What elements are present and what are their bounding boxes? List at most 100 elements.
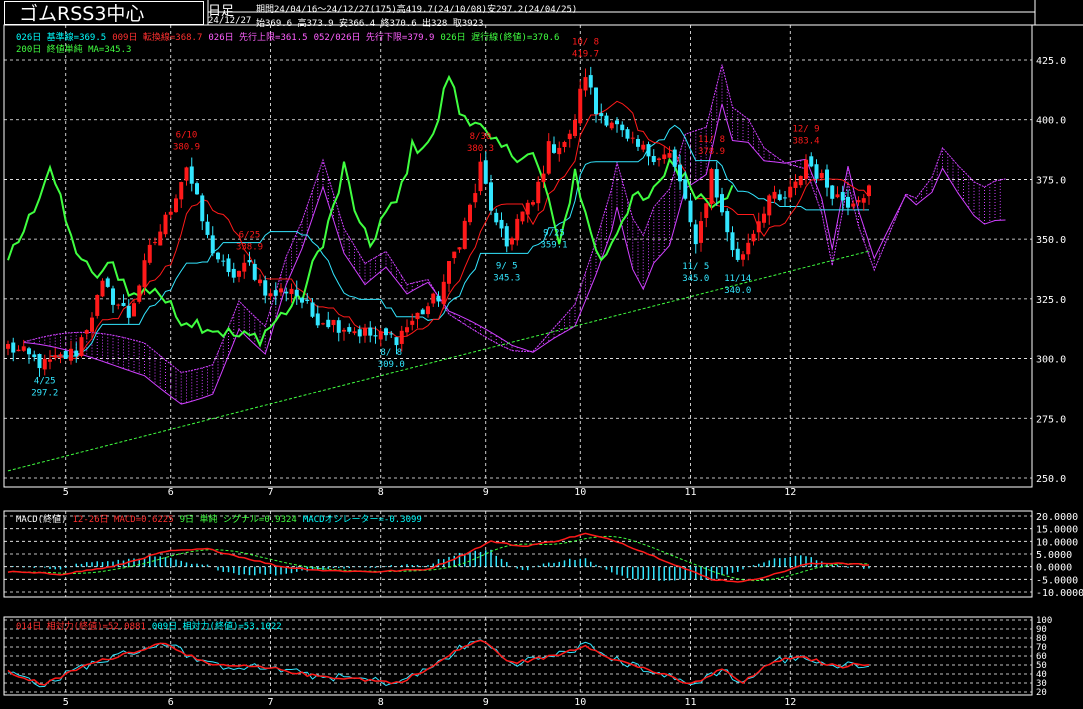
month-label: 10: [574, 487, 586, 498]
candle-body: [420, 309, 425, 315]
candle-body: [16, 349, 21, 352]
candle-body: [410, 320, 415, 325]
candle-body: [69, 348, 73, 361]
candle-body: [95, 295, 100, 316]
candle-body: [683, 179, 688, 199]
candle-body: [499, 219, 504, 229]
legend-entry: 026日 先行上限=361.5: [208, 33, 308, 43]
macd-line: [7, 532, 870, 583]
month-label: 12: [784, 487, 796, 498]
candle-body: [63, 350, 68, 359]
candle-body: [399, 330, 404, 344]
candle-body: [447, 261, 451, 284]
candle-body: [604, 115, 609, 126]
candle-body: [840, 191, 845, 201]
tenkan-line: [49, 100, 870, 359]
low-annotation-value: 359.1: [540, 240, 567, 250]
candle-body: [111, 288, 115, 305]
legend-entry: 9日 単純 シグナル=0.9324: [179, 515, 297, 525]
candle-body: [258, 279, 262, 284]
candle-body: [657, 158, 661, 161]
month-label: 12: [784, 697, 796, 708]
candle-body: [552, 144, 556, 153]
low-annotation-date: 4/25: [34, 376, 56, 386]
candle-body: [851, 203, 856, 207]
macd-panel: 20.0000 15.000010.0000 5.0000 0.0000-5.0000…: [4, 512, 1083, 599]
candle-body: [42, 358, 47, 370]
candle-body: [237, 270, 241, 277]
candle-body: [825, 169, 829, 188]
low-annotation-value: 345.0: [682, 274, 709, 284]
candle-body: [373, 335, 378, 337]
candle-body: [688, 200, 693, 223]
high-annotation-value: 380.9: [173, 142, 200, 152]
candle-body: [216, 252, 220, 260]
macd-y-tick-label: 0.0000: [1036, 563, 1072, 574]
candle-body: [273, 290, 278, 296]
candle-body: [132, 303, 136, 317]
candle-body: [483, 160, 488, 184]
y-tick-label: 325.0: [1036, 295, 1066, 306]
low-annotation-value: 309.0: [378, 360, 405, 370]
candle-body: [730, 232, 735, 251]
month-label: 8: [378, 487, 384, 498]
candle-body: [221, 260, 226, 262]
candle-body: [783, 197, 787, 199]
candle-body: [90, 317, 94, 332]
candle-body: [583, 77, 588, 91]
y-tick-label: 375.0: [1036, 175, 1066, 186]
candle-body: [58, 354, 63, 357]
candle-body: [615, 120, 619, 125]
candle-body: [861, 198, 866, 203]
month-label: 6: [168, 697, 174, 708]
candle-body: [226, 258, 231, 273]
legend-entry: 026日 遅行線(終値)=370.6: [440, 33, 560, 43]
candle-body: [725, 211, 730, 233]
macd-y-tick-label: 10.0000: [1036, 537, 1078, 548]
candle-body: [830, 185, 835, 199]
candle-body: [520, 211, 525, 222]
candle-body: [672, 149, 677, 167]
candle-body: [452, 251, 457, 259]
month-label: 9: [483, 697, 489, 708]
low-annotation-date: 9/25: [543, 228, 565, 238]
legend-entry: 12-26日 MACD=0.6225: [72, 515, 174, 525]
low-annotation-value: 297.2: [31, 388, 58, 398]
month-label: 11: [684, 697, 696, 708]
legend-entry: MACD(終値): [16, 515, 67, 525]
candle-body: [378, 331, 383, 340]
candle-body: [620, 124, 625, 131]
y-tick-label: 250.0: [1036, 474, 1066, 485]
candle-body: [804, 159, 808, 179]
candle-body: [704, 203, 709, 218]
candle-body: [636, 138, 640, 147]
low-annotation-date: 11/14: [724, 274, 751, 284]
candle-body: [531, 202, 535, 205]
kijun-line: [50, 124, 869, 357]
candle-body: [709, 168, 714, 204]
candle-body: [426, 306, 430, 315]
candle-body: [242, 262, 247, 272]
month-label: 7: [267, 487, 273, 498]
candle-body: [515, 218, 520, 241]
candle-body: [798, 175, 803, 186]
candle-body: [751, 233, 756, 242]
candle-body: [651, 156, 656, 163]
high-annotation-value: 380.3: [467, 144, 494, 154]
legend-entry: 200日 終値単純 MA=345.3: [16, 45, 132, 55]
candle-body: [767, 195, 772, 216]
month-label: 8: [378, 697, 384, 708]
legend-entry: 014日 相対力(終値)=52.0881: [16, 622, 146, 632]
candle-body: [494, 212, 499, 223]
candle-body: [11, 342, 16, 353]
high-annotation-value: 378.9: [698, 147, 725, 157]
candle-body: [363, 328, 367, 336]
candle-body: [200, 195, 205, 222]
chart-canvas: 6/10 380.9 6/25 338.9 8/30 380.3 10/ 8 419.7 11/…: [3, 0, 1083, 708]
candle-body: [158, 231, 163, 246]
candle-body: [336, 320, 341, 333]
candle-body: [546, 141, 551, 174]
y-tick-label: 425.0: [1036, 56, 1066, 67]
candle-body: [588, 75, 593, 88]
candle-body: [384, 328, 388, 336]
